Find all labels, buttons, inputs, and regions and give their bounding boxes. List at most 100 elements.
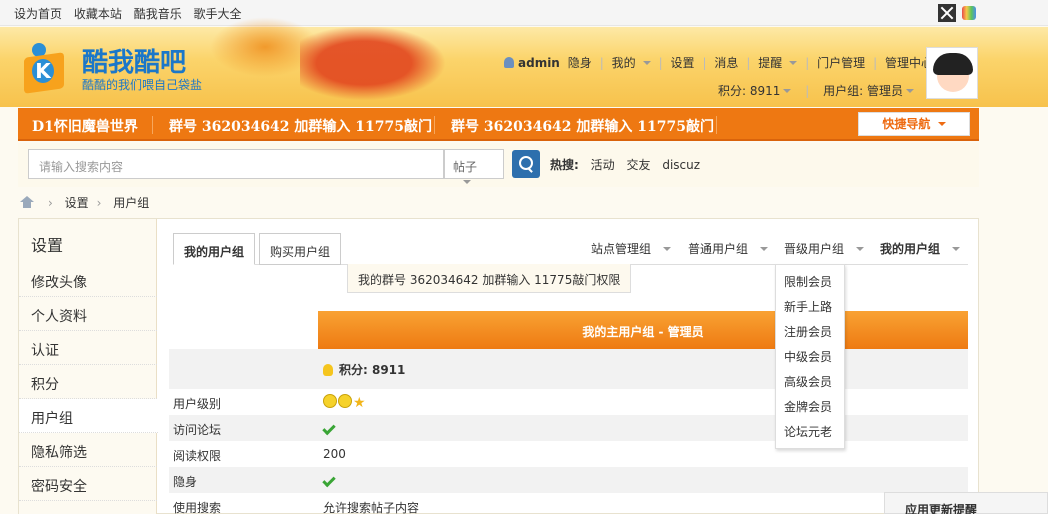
credits-cell: 积分: 8911 xyxy=(323,361,405,378)
tab-buy-groups[interactable]: 购买用户组 xyxy=(259,233,341,265)
table-header: 我的主用户组 - 管理员 xyxy=(318,311,968,349)
chevron-down-icon xyxy=(642,61,651,65)
dropdown-item[interactable]: 注册会员 xyxy=(784,323,832,340)
main-nav: D1怀旧魔兽世界 群号 362034642 加群输入 11775敲门 群号 36… xyxy=(18,108,979,141)
dropdown-item[interactable]: 金牌会员 xyxy=(784,398,832,415)
sidebar-item-verify[interactable]: 认证 xyxy=(19,331,157,365)
dropdown-item[interactable]: 新手上路 xyxy=(784,298,832,315)
invisible-link[interactable]: 隐身 xyxy=(568,56,592,70)
site-title[interactable]: 酷我酷吧 xyxy=(82,42,186,79)
main-content: 设置 修改头像 个人资料 认证 积分 用户组 隐私筛选 密码安全 我的用户组 购… xyxy=(18,218,979,514)
site-slogan: 酷酷的我们喂自己袋盐 xyxy=(82,78,203,92)
chevron-down-icon xyxy=(905,89,914,93)
search-type-select[interactable]: 帖子 xyxy=(444,149,504,184)
search-input[interactable]: 请输入搜索内容 xyxy=(28,149,444,179)
nav-item-group-2[interactable]: 群号 362034642 加群输入 11775敲门 xyxy=(451,116,714,136)
settings-sidebar: 设置 修改头像 个人资料 认证 积分 用户组 隐私筛选 密码安全 xyxy=(19,219,158,514)
row-value: 允许搜索帖子内容 xyxy=(323,501,420,514)
my-link[interactable]: 我的 xyxy=(612,56,636,70)
quick-nav-label: 快捷导航 xyxy=(882,117,931,131)
credits-value: 积分: 8911 xyxy=(339,363,406,377)
dropdown-item[interactable]: 论坛元老 xyxy=(784,423,832,440)
site-logo[interactable]: K xyxy=(18,43,72,95)
search-type-label: 帖子 xyxy=(453,160,478,174)
table-row: 积分: 8911 xyxy=(169,349,968,389)
table-row: 使用搜索 允许搜索帖子内容 xyxy=(169,493,968,514)
dropdown-item[interactable]: 限制会员 xyxy=(784,273,832,290)
table-row: 隐身 xyxy=(169,467,968,493)
dropdown-item[interactable]: 中级会员 xyxy=(784,348,832,365)
username[interactable]: admin xyxy=(518,56,560,70)
chevron-down-icon xyxy=(952,247,961,251)
home-icon[interactable] xyxy=(20,196,34,208)
table-row: 访问论坛 xyxy=(169,415,968,441)
row-value: 200 xyxy=(323,447,346,461)
nav-item-wow[interactable]: D1怀旧魔兽世界 xyxy=(32,116,138,136)
sidebar-item-password[interactable]: 密码安全 xyxy=(19,467,157,501)
sidebar-item-profile[interactable]: 个人资料 xyxy=(19,297,157,331)
kuwo-music-link[interactable]: 酷我音乐 xyxy=(134,7,182,21)
reminders-link[interactable]: 提醒 xyxy=(758,56,782,70)
chevron-down-icon xyxy=(789,61,798,65)
avatar[interactable] xyxy=(926,47,978,99)
settings-link[interactable]: 设置 xyxy=(670,56,694,70)
update-notice[interactable]: 应用更新提醒 xyxy=(884,492,1048,514)
chevron-down-icon xyxy=(663,247,672,251)
search-bar: 请输入搜索内容 帖子 热搜: 活动 交友 discuz xyxy=(18,143,979,187)
hot-label: 热搜: xyxy=(550,158,579,172)
credits-link[interactable]: 积分: 8911 xyxy=(718,84,780,98)
smiley-icon xyxy=(323,394,337,408)
group-nav-mine[interactable]: 我的用户组 xyxy=(880,240,961,257)
user-icon xyxy=(504,57,514,68)
sidebar-item-avatar[interactable]: 修改头像 xyxy=(19,263,157,297)
sidebar-item-user-group[interactable]: 用户组 xyxy=(19,399,158,433)
breadcrumb: › 设置 › 用户组 xyxy=(20,194,149,211)
sidebar-title: 设置 xyxy=(31,236,64,255)
bookmark-link[interactable]: 收藏本站 xyxy=(74,7,122,21)
promotion-group-dropdown: 限制会员 新手上路 注册会员 中级会员 高级会员 金牌会员 论坛元老 xyxy=(775,264,845,449)
row-value xyxy=(322,421,336,436)
sidebar-item-privacy[interactable]: 隐私筛选 xyxy=(19,433,157,467)
group-nav-normal[interactable]: 普通用户组 xyxy=(688,240,769,257)
hot-word[interactable]: 交友 xyxy=(626,158,650,172)
row-label: 用户级别 xyxy=(173,397,222,411)
chevron-down-icon xyxy=(760,247,769,251)
avatar-hair xyxy=(933,53,973,75)
group-nav-site-admin[interactable]: 站点管理组 xyxy=(591,240,672,257)
user-links: admin 隐身| 我的| 设置| 消息| 提醒| 门户管理| 管理中心| 退出 xyxy=(504,54,981,71)
group-nav-label: 普通用户组 xyxy=(688,242,749,256)
tab-my-groups[interactable]: 我的用户组 xyxy=(173,233,255,265)
search-button[interactable] xyxy=(512,150,540,178)
chevron-down-icon xyxy=(856,247,865,251)
set-homepage-link[interactable]: 设为首页 xyxy=(14,7,62,21)
hot-word[interactable]: discuz xyxy=(662,158,700,172)
close-icon[interactable] xyxy=(938,4,956,22)
smiley-icon xyxy=(338,394,352,408)
messages-link[interactable]: 消息 xyxy=(714,56,738,70)
row-label: 使用搜索 xyxy=(173,501,222,514)
user-group-link[interactable]: 用户组: 管理员 xyxy=(823,84,903,98)
star-icon: ★ xyxy=(353,395,366,411)
color-scheme-icon[interactable] xyxy=(962,6,976,20)
chevron-down-icon xyxy=(783,89,792,93)
table-row: 用户级别 ★ xyxy=(169,389,968,415)
group-nav-label: 晋级用户组 xyxy=(784,242,845,256)
k-logo-icon: K xyxy=(32,59,54,83)
breadcrumb-settings[interactable]: 设置 xyxy=(65,196,89,210)
dropdown-item[interactable]: 高级会员 xyxy=(784,373,832,390)
portal-admin-link[interactable]: 门户管理 xyxy=(817,56,865,70)
top-bar: 设为首页 收藏本站 酷我音乐 歌手大全 xyxy=(0,0,1048,26)
sidebar-item-credits[interactable]: 积分 xyxy=(19,365,157,399)
lightbulb-icon xyxy=(323,364,333,376)
hot-word[interactable]: 活动 xyxy=(591,158,615,172)
check-icon xyxy=(322,421,336,436)
group-nav-promotion[interactable]: 晋级用户组 xyxy=(784,240,865,257)
breadcrumb-user-group[interactable]: 用户组 xyxy=(113,196,149,210)
nav-item-group-1[interactable]: 群号 362034642 加群输入 11775敲门 xyxy=(169,116,432,136)
level-icons: ★ xyxy=(323,394,366,411)
table-row: 阅读权限 200 xyxy=(169,441,968,467)
quick-nav-button[interactable]: 快捷导航 xyxy=(858,112,970,136)
group-permission-tab[interactable]: 我的群号 362034642 加群输入 11775敲门权限 xyxy=(347,264,632,293)
nav-divider xyxy=(434,116,435,134)
check-icon xyxy=(322,473,336,488)
